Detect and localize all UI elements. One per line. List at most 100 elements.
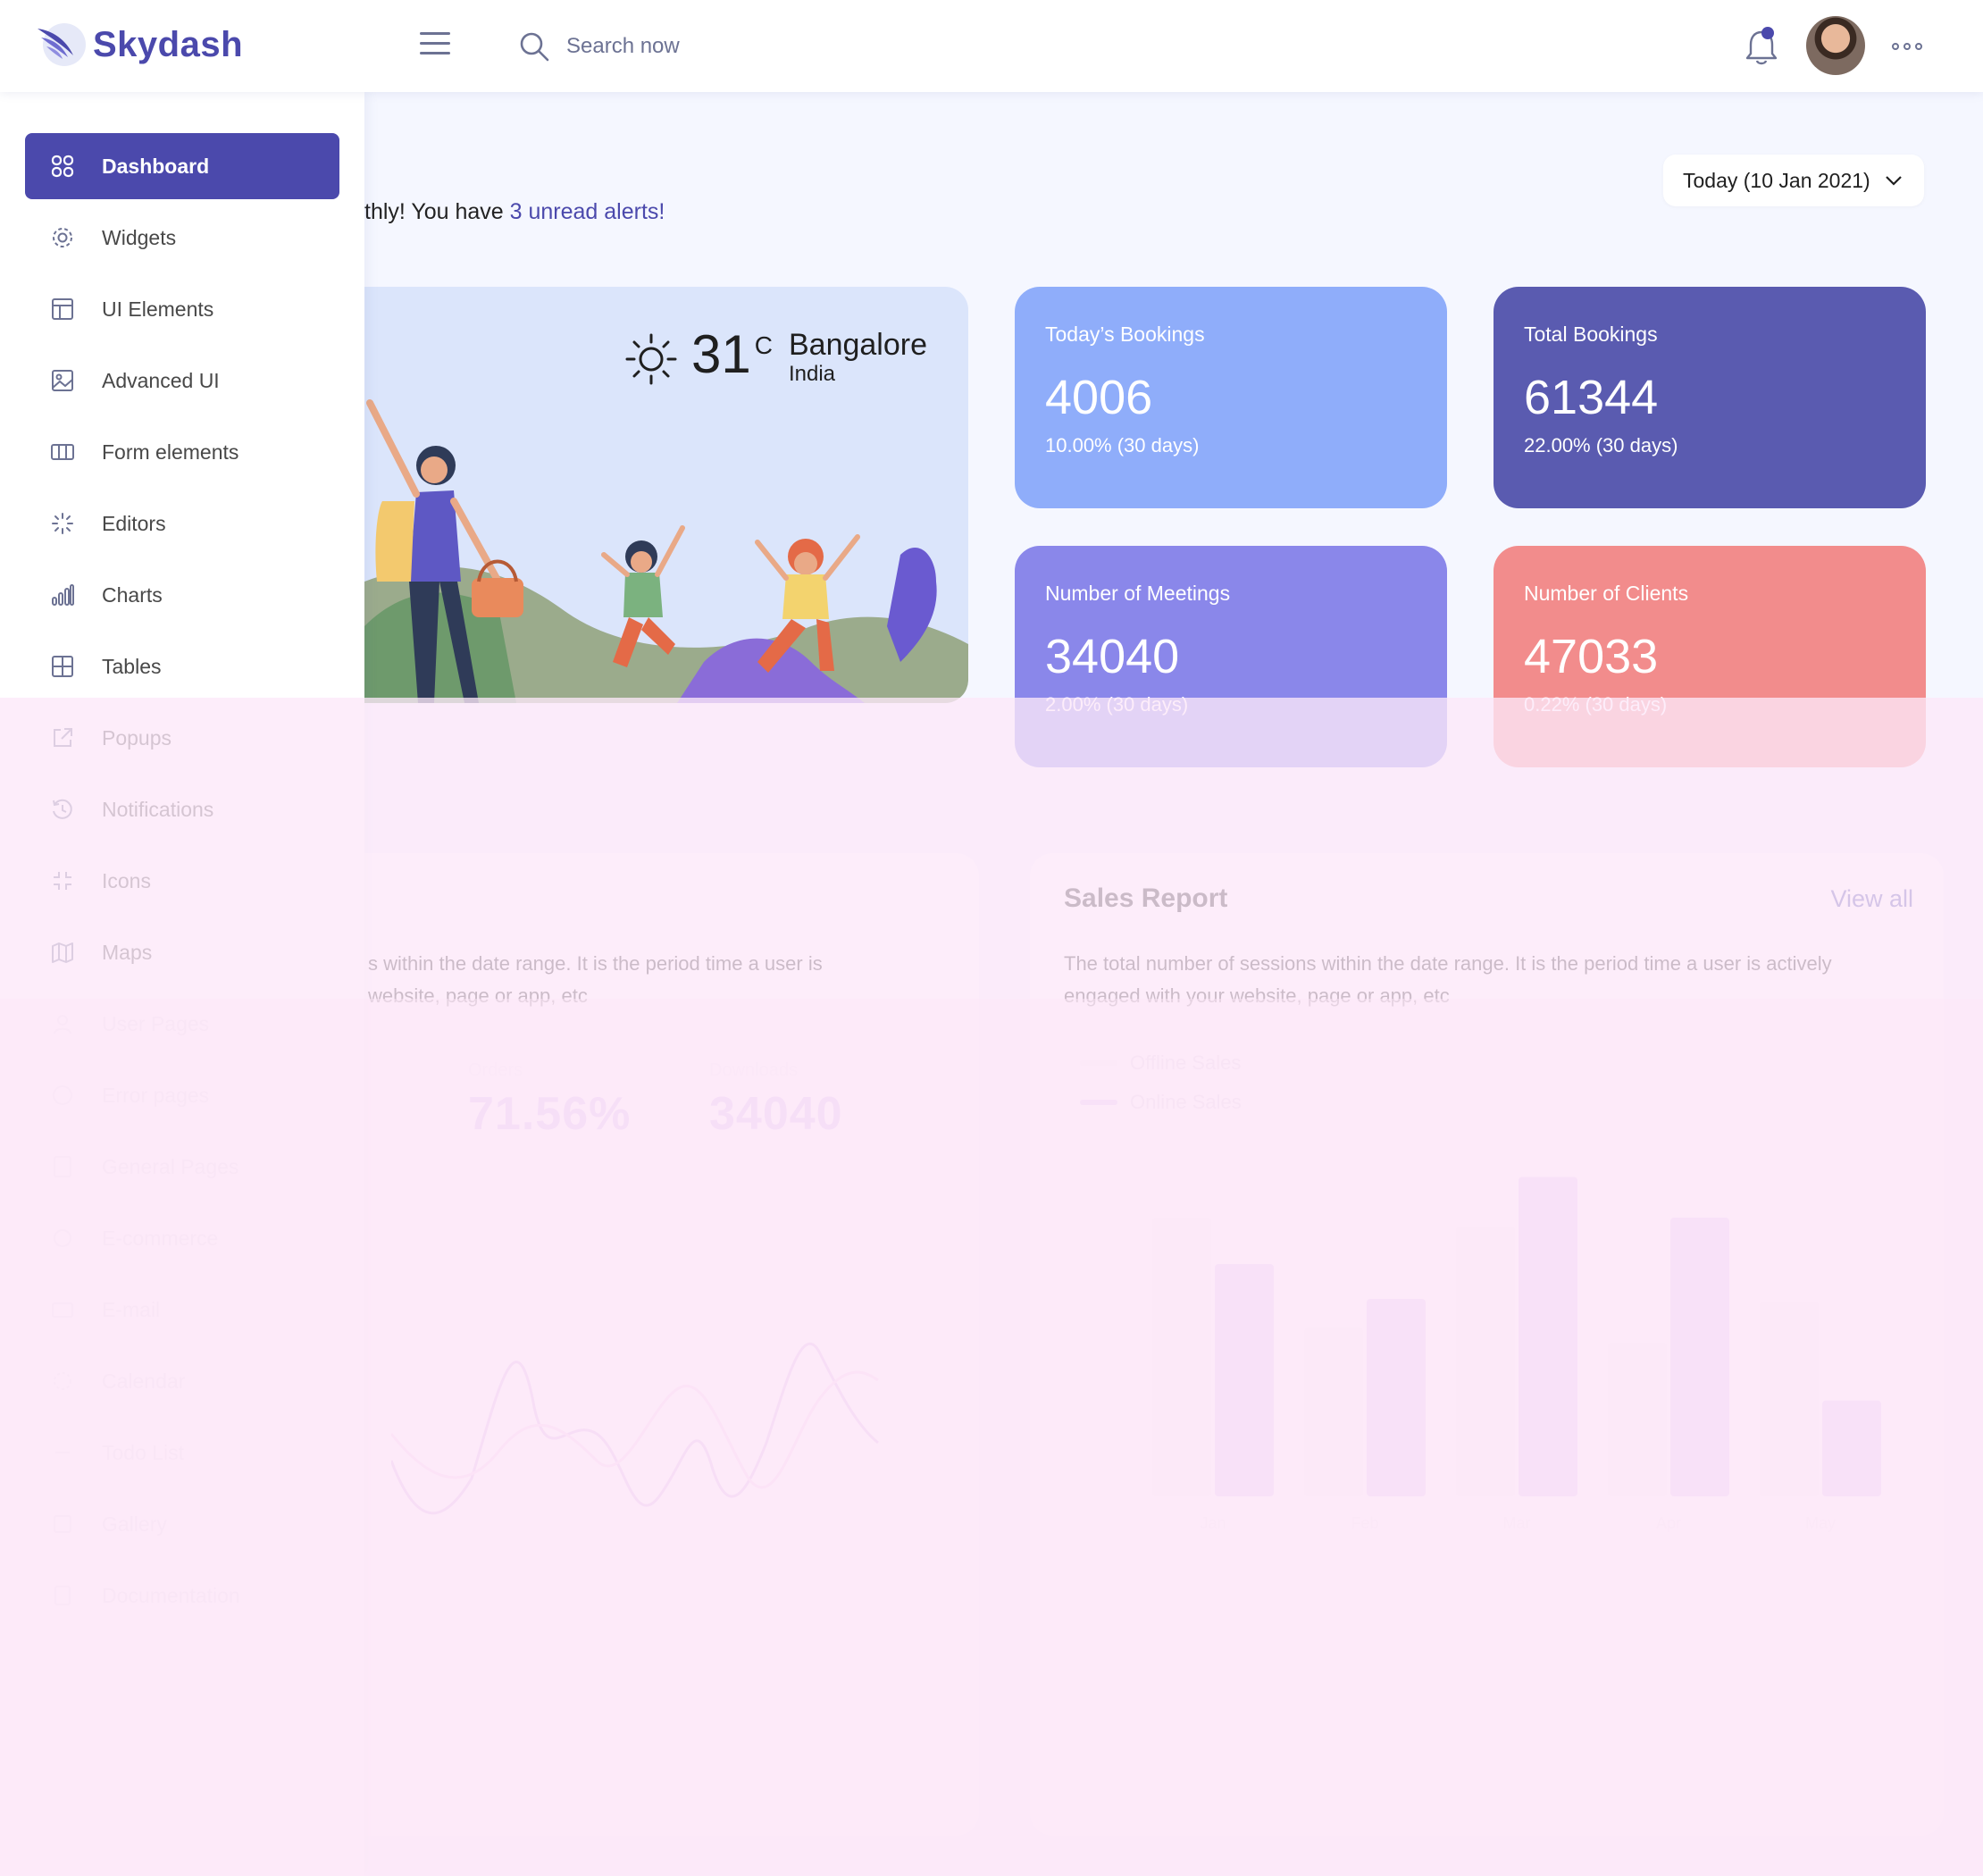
sidebar-item-label: Calendar bbox=[102, 1369, 186, 1393]
sidebar-item-charts[interactable]: Charts bbox=[25, 562, 339, 628]
sidebar-item-label: Maps bbox=[102, 940, 153, 964]
brand-name: Skydash bbox=[93, 24, 244, 64]
sidebar-item-general-pages[interactable]: General Pages bbox=[25, 1134, 339, 1200]
search-input[interactable] bbox=[565, 33, 800, 60]
sidebar-item-error-pages[interactable]: Error pages bbox=[25, 1062, 339, 1128]
sidebar-item-label: Notifications bbox=[102, 797, 214, 821]
sidebar-item-label: Todo List bbox=[102, 1440, 185, 1464]
more-options-icon[interactable] bbox=[1892, 43, 1922, 50]
stat-title: Number of Clients bbox=[1524, 582, 1689, 605]
sidebar-item-maps[interactable]: Maps bbox=[25, 919, 339, 985]
sidebar-item-gallery[interactable]: Gallery bbox=[25, 1491, 339, 1557]
legend-offline: Offline Sales bbox=[1080, 1051, 1241, 1075]
order-desc-line-1: s within the date range. It is the perio… bbox=[368, 952, 823, 975]
minimize-icon bbox=[48, 867, 77, 895]
notification-bell-icon[interactable] bbox=[1742, 25, 1781, 68]
bar-offline-sales-mar bbox=[1456, 1226, 1515, 1496]
mail-icon bbox=[48, 1295, 77, 1324]
gear-icon bbox=[48, 223, 77, 252]
brand-logo[interactable]: Skydash bbox=[34, 18, 243, 71]
bar-offline-sales-feb bbox=[1304, 1327, 1363, 1496]
stat-value: 61344 bbox=[1524, 371, 1659, 424]
stat-title: Today’s Bookings bbox=[1045, 322, 1205, 346]
order-details-panel: s within the date range. It is the perio… bbox=[356, 853, 979, 1836]
stat-card-meetings: Number of Meetings 34040 2.00% (30 days) bbox=[1015, 546, 1447, 767]
sales-report-description: The total number of sessions within the … bbox=[1064, 952, 1832, 1007]
document-icon bbox=[48, 1581, 77, 1610]
order-trend-line-chart bbox=[391, 1342, 879, 1515]
sidebar-item-label: Advanced UI bbox=[102, 368, 220, 392]
date-filter-dropdown[interactable]: Today (10 Jan 2021) bbox=[1663, 155, 1924, 206]
sales-report-panel: Sales Report View all The total number o… bbox=[1030, 853, 1944, 1836]
date-filter-label: Today (10 Jan 2021) bbox=[1683, 168, 1870, 192]
sidebar-item-widgets[interactable]: Widgets bbox=[25, 205, 339, 271]
weather-card: 31 C Bangalore India bbox=[364, 287, 968, 703]
loader-icon bbox=[48, 509, 77, 538]
sales-bar-chart: Jan Feb Mar Apr May bbox=[1152, 1177, 1881, 1532]
stat-subtext: 0.22% (30 days) bbox=[1524, 693, 1668, 716]
sidebar-item-e-mail[interactable]: E-mail bbox=[25, 1277, 339, 1343]
sidebar-item-label: E-commerce bbox=[102, 1226, 219, 1250]
stat-card-total-bookings: Total Bookings 61344 22.00% (30 days) bbox=[1494, 287, 1926, 508]
stat-value: 34040 bbox=[1045, 630, 1180, 683]
notification-dot bbox=[1761, 27, 1774, 39]
view-all-link[interactable]: View all bbox=[1830, 885, 1913, 913]
stat-card-todays-bookings: Today’s Bookings 4006 10.00% (30 days) bbox=[1015, 287, 1447, 508]
sidebar-item-label: Dashboard bbox=[102, 154, 210, 178]
table-icon bbox=[48, 652, 77, 681]
welcome-message: thly! You have 3 unread alerts! bbox=[364, 199, 665, 225]
menu-toggle-icon[interactable] bbox=[420, 32, 450, 59]
sidebar-item-notifications[interactable]: Notifications bbox=[25, 776, 339, 842]
legend-offline-label: Offline Sales bbox=[1130, 1051, 1242, 1074]
alert-circle-icon bbox=[48, 1081, 77, 1110]
sidebar-item-todo-list[interactable]: Todo List bbox=[25, 1420, 339, 1486]
sidebar-item-documentation[interactable]: Documentation bbox=[25, 1562, 339, 1629]
bar-online-sales-jan bbox=[1215, 1264, 1274, 1496]
sidebar-item-ui-elements[interactable]: UI Elements bbox=[25, 276, 339, 342]
temperature-unit: C bbox=[754, 331, 773, 359]
sidebar-item-label: Gallery bbox=[102, 1512, 167, 1536]
stat-card-clients: Number of Clients 47033 0.22% (30 days) bbox=[1494, 546, 1926, 767]
stat-value: 47033 bbox=[1524, 630, 1659, 683]
x-tick-label: May bbox=[1805, 1514, 1836, 1532]
sidebar-item-form-elements[interactable]: Form elements bbox=[25, 419, 339, 485]
sidebar-item-label: UI Elements bbox=[102, 297, 214, 321]
sidebar-item-label: Documentation bbox=[102, 1583, 240, 1607]
sidebar-item-editors[interactable]: Editors bbox=[25, 490, 339, 557]
bar-chart-icon bbox=[48, 581, 77, 609]
sidebar-item-e-commerce[interactable]: E-commerce bbox=[25, 1205, 339, 1271]
sidebar-item-label: Tables bbox=[102, 654, 162, 678]
sidebar-item-label: Popups bbox=[102, 725, 172, 750]
bar-offline-sales-apr bbox=[1608, 1342, 1667, 1496]
stat-value: 4006 bbox=[1045, 371, 1153, 424]
user-avatar[interactable] bbox=[1806, 16, 1865, 75]
sidebar-item-label: General Pages bbox=[102, 1154, 239, 1178]
sidebar-item-user-pages[interactable]: User Pages bbox=[25, 991, 339, 1057]
sidebar-item-advanced-ui[interactable]: Advanced UI bbox=[25, 348, 339, 414]
sidebar-item-dashboard[interactable]: Dashboard bbox=[25, 133, 339, 199]
legend-online: Online Sales bbox=[1080, 1091, 1242, 1114]
top-navbar: Skydash bbox=[0, 0, 1983, 92]
stat-subtext: 10.00% (30 days) bbox=[1045, 434, 1200, 456]
search-bar bbox=[518, 29, 800, 64]
sidebar-item-label: Icons bbox=[102, 868, 151, 892]
legend-online-label: Online Sales bbox=[1130, 1091, 1242, 1113]
sidebar-item-popups[interactable]: Popups bbox=[25, 705, 339, 771]
sidebar-item-label: Error pages bbox=[102, 1083, 210, 1107]
map-icon bbox=[48, 938, 77, 967]
temperature-value: 31 bbox=[691, 324, 751, 384]
image-icon bbox=[48, 366, 77, 395]
unread-alerts-link[interactable]: 3 unread alerts! bbox=[510, 199, 665, 224]
trend-line-primary bbox=[391, 1342, 879, 1515]
search-icon bbox=[520, 32, 549, 62]
bar-online-sales-mar bbox=[1519, 1177, 1577, 1496]
x-tick-label: Apr bbox=[1656, 1514, 1681, 1532]
sidebar-item-tables[interactable]: Tables bbox=[25, 633, 339, 699]
bar-offline-sales-may bbox=[1760, 1302, 1819, 1496]
order-details-description: s within the date range. It is the perio… bbox=[368, 948, 823, 1012]
sidebar-item-icons[interactable]: Icons bbox=[25, 848, 339, 914]
order-desc-line-2: website, page or app, etc bbox=[368, 984, 588, 1007]
sidebar-item-calendar[interactable]: Calendar bbox=[25, 1348, 339, 1414]
sidebar-item-label: Form elements bbox=[102, 440, 239, 464]
welcome-text: thly! You have bbox=[364, 199, 510, 224]
